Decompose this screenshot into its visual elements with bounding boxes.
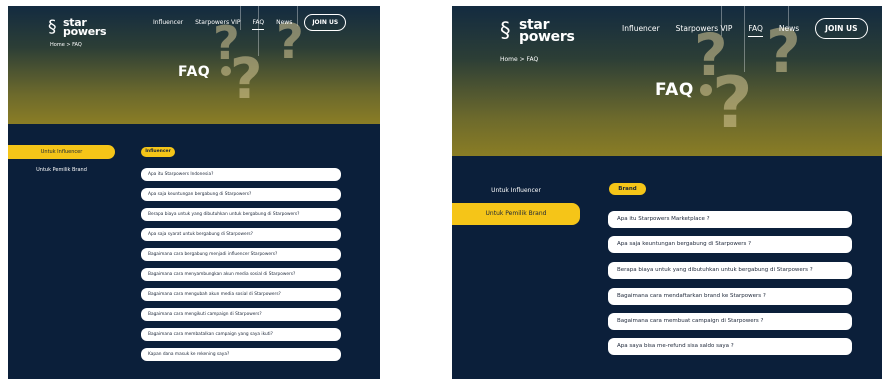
faq-question[interactable]: Apa saja keuntungan bergabung di Starpow… xyxy=(141,188,341,201)
faq-question[interactable]: Berapa biaya untuk yang dibutuhkan untuk… xyxy=(141,208,341,221)
faq-question[interactable]: Bagaimana cara bergabung menjadi influen… xyxy=(141,248,341,261)
page-title: FAQ xyxy=(178,64,211,80)
faq-question[interactable]: Apa saja syarat untuk bergabung di Starp… xyxy=(141,228,341,241)
top-nav: Influencer Starpowers VIP FAQ News JOIN … xyxy=(622,18,868,39)
logo-text-powers: powers xyxy=(63,25,107,39)
hero-banner: ? ? ? § star powers Influencer Starpowers… xyxy=(8,6,380,124)
faq-question[interactable]: Apa itu Starpowers Marketplace ? xyxy=(608,211,852,228)
nav-starpowers-vip[interactable]: Starpowers VIP xyxy=(676,24,733,33)
faq-question[interactable]: Bagaimana cara membatalkan campaign yang… xyxy=(141,328,341,341)
question-mark-icon: ? xyxy=(230,47,263,112)
breadcrumb[interactable]: Home > FAQ xyxy=(50,42,82,48)
swirl-logo-icon: § xyxy=(500,18,511,42)
screenshot-brand-faq: ? ? ? § star powers Influencer Starpowers… xyxy=(452,6,882,379)
join-us-button[interactable]: JOIN US xyxy=(304,14,347,31)
faq-question[interactable]: Bagaimana cara mengubah akun media sosia… xyxy=(141,288,341,301)
faq-question[interactable]: Apa saya bisa me-refund sisa saldo saya … xyxy=(608,338,852,355)
tab-untuk-pemilik-brand[interactable]: Untuk Pemilik Brand xyxy=(452,203,580,225)
tab-untuk-influencer[interactable]: Untuk Influencer xyxy=(8,145,115,159)
faq-question[interactable]: Bagaimana cara membuat campaign di Starp… xyxy=(608,313,852,330)
category-pill-brand: Brand xyxy=(609,183,646,195)
faq-question[interactable]: Apa saja keuntungan bergabung di Starpow… xyxy=(608,236,852,253)
question-dot-icon xyxy=(700,84,712,96)
nav-influencer[interactable]: Influencer xyxy=(622,24,660,33)
faq-question[interactable]: Berapa biaya untuk yang dibutuhkan untuk… xyxy=(608,262,852,279)
nav-starpowers-vip[interactable]: Starpowers VIP xyxy=(195,19,240,26)
question-dot-icon xyxy=(221,66,231,76)
logo-text-powers: powers xyxy=(519,28,575,45)
nav-influencer[interactable]: Influencer xyxy=(153,19,183,26)
nav-faq[interactable]: FAQ xyxy=(748,24,763,37)
question-mark-icon: ? xyxy=(712,62,753,144)
breadcrumb[interactable]: Home > FAQ xyxy=(500,56,538,63)
faq-question[interactable]: Bagaimana cara menyambungkan akun media … xyxy=(141,268,341,281)
swirl-logo-icon: § xyxy=(48,17,57,37)
tab-untuk-pemilik-brand[interactable]: Untuk Pemilik Brand xyxy=(8,164,115,176)
page-title: FAQ xyxy=(655,80,694,100)
faq-question[interactable]: Bagaimana cara mendaftarkan brand ke Sta… xyxy=(608,288,852,305)
nav-news[interactable]: News xyxy=(276,19,292,26)
screenshot-influencer-faq: ? ? ? § star powers Influencer Starpowers… xyxy=(8,6,380,379)
nav-faq[interactable]: FAQ xyxy=(252,19,264,30)
top-nav: Influencer Starpowers VIP FAQ News JOIN … xyxy=(153,14,347,31)
faq-question[interactable]: Bagaimana cara mengikuti campaign di Sta… xyxy=(141,308,341,321)
tab-untuk-influencer[interactable]: Untuk Influencer xyxy=(452,184,580,198)
nav-news[interactable]: News xyxy=(779,24,799,33)
faq-question[interactable]: Apa itu Starpowers Indonesia? xyxy=(141,168,341,181)
faq-question[interactable]: Kapan dana masuk ke rekening saya? xyxy=(141,348,341,361)
hero-banner: ? ? ? § star powers Influencer Starpowers… xyxy=(452,6,882,156)
category-pill-influencer: Influencer xyxy=(141,147,175,157)
join-us-button[interactable]: JOIN US xyxy=(815,18,868,39)
